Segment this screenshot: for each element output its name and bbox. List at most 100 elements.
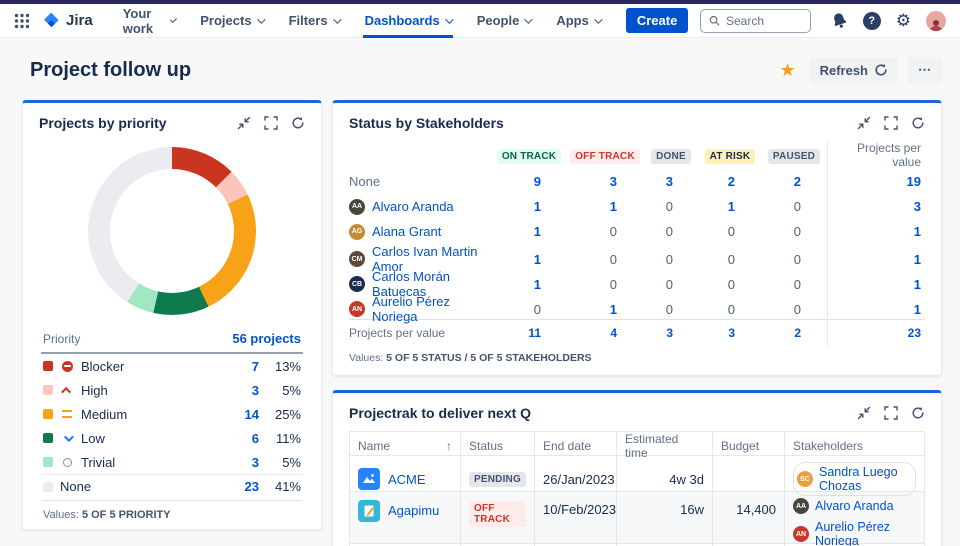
count-link[interactable]: 0 (761, 302, 827, 317)
avatar: AN (793, 526, 809, 542)
user-avatar[interactable] (926, 11, 946, 31)
grand-total-link[interactable]: 23 (827, 320, 925, 346)
total-count-link[interactable]: 4 (567, 326, 643, 340)
status-row-aurelio-perez-noriega: AN Aurelio Pérez Noriega 0 1 0 0 0 1 (349, 294, 925, 319)
nav-item-filters[interactable]: Filters (279, 4, 349, 38)
legend-count-link[interactable]: 14 (229, 407, 259, 422)
total-count-link[interactable]: 2 (761, 326, 827, 340)
help-icon[interactable]: ? (863, 12, 881, 30)
create-button[interactable]: Create (626, 8, 688, 33)
legend-label: None (60, 479, 229, 494)
legend-count-link[interactable]: 3 (229, 455, 259, 470)
refresh-icon (874, 63, 888, 77)
count-link[interactable]: 1 (567, 302, 643, 317)
count-link[interactable]: 0 (643, 302, 699, 317)
legend-total-projects-link[interactable]: 56 projects (232, 331, 301, 346)
nav-item-projects[interactable]: Projects (190, 4, 272, 38)
nav-item-apps[interactable]: Apps (546, 4, 610, 38)
legend-count-link[interactable]: 3 (229, 383, 259, 398)
stakeholder-link[interactable]: SC Sandra Luego Chozas (793, 462, 916, 496)
count-link[interactable]: 1 (699, 199, 761, 214)
search-box[interactable] (700, 9, 810, 33)
minimize-icon[interactable] (237, 116, 251, 130)
row-total-link[interactable]: 1 (827, 219, 925, 244)
count-link[interactable]: 0 (643, 252, 699, 267)
nav-item-your-work[interactable]: Your work (113, 4, 185, 38)
minimize-icon[interactable] (857, 116, 871, 130)
nav-item-people[interactable]: People (467, 4, 541, 38)
count-link[interactable]: 3 (643, 174, 699, 189)
app-switcher-icon[interactable] (14, 10, 30, 32)
settings-gear-icon[interactable]: ⚙ (896, 12, 911, 29)
priority-medium-icon (60, 410, 74, 418)
more-options-button[interactable]: ⋯ (908, 57, 942, 83)
count-link[interactable]: 0 (761, 224, 827, 239)
count-link[interactable]: 0 (761, 199, 827, 214)
count-link[interactable]: 0 (699, 224, 761, 239)
legend-count-link[interactable]: 7 (229, 359, 259, 374)
count-link[interactable]: 0 (643, 277, 699, 292)
count-link[interactable]: 1 (491, 224, 567, 239)
total-count-link[interactable]: 3 (699, 326, 761, 340)
project-link[interactable]: ACME (388, 472, 426, 487)
legend-count-link[interactable]: 6 (229, 431, 259, 446)
legend-row-low: Low 6 11% (41, 426, 303, 450)
count-link[interactable]: 0 (567, 224, 643, 239)
expand-icon[interactable] (884, 116, 898, 130)
sort-ascending-icon[interactable]: ↑ (446, 439, 452, 453)
count-link[interactable]: 0 (643, 224, 699, 239)
count-link[interactable]: 0 (699, 252, 761, 267)
row-total-link[interactable]: 3 (827, 194, 925, 219)
legend-label: High (81, 383, 229, 398)
count-link[interactable]: 2 (761, 174, 827, 189)
status-row-alvaro-aranda: AA Alvaro Aranda 1 1 0 1 0 3 (349, 194, 925, 219)
count-link[interactable]: 0 (643, 199, 699, 214)
favorite-star-icon[interactable]: ★ (779, 60, 795, 81)
count-link[interactable]: 0 (567, 277, 643, 292)
donut-hole (110, 169, 234, 293)
count-link[interactable]: 0 (699, 277, 761, 292)
count-link[interactable]: 1 (491, 277, 567, 292)
stakeholder-link[interactable]: AA Alvaro Aranda (793, 498, 894, 514)
project-link[interactable]: Agapimu (388, 503, 439, 518)
total-count-link[interactable]: 3 (643, 326, 699, 340)
priority-donut-chart[interactable] (88, 147, 256, 315)
count-link[interactable]: 2 (699, 174, 761, 189)
expand-icon[interactable] (264, 116, 278, 130)
stakeholder-link[interactable]: AA Alvaro Aranda (349, 199, 491, 215)
jira-logo[interactable]: Jira (42, 11, 93, 30)
count-link[interactable]: 0 (761, 252, 827, 267)
count-link[interactable]: 3 (567, 174, 643, 189)
search-input[interactable] (726, 14, 802, 28)
refresh-button-label: Refresh (820, 63, 868, 78)
status-table-header: ON TRACK OFF TRACK DONE AT RISK PAUSED P… (349, 141, 925, 169)
refresh-button[interactable]: Refresh (810, 58, 898, 83)
minimize-icon[interactable] (857, 406, 871, 420)
expand-icon[interactable] (884, 406, 898, 420)
count-link[interactable]: 0 (567, 252, 643, 267)
count-link[interactable]: 1 (567, 199, 643, 214)
refresh-gadget-icon[interactable] (911, 406, 925, 420)
count-link[interactable]: 9 (491, 174, 567, 189)
row-total-link[interactable]: 19 (827, 169, 925, 194)
count-link[interactable]: 0 (761, 277, 827, 292)
notifications-bell-icon[interactable] (829, 10, 850, 31)
stakeholder-link[interactable]: AN Aurelio Pérez Noriega (349, 294, 491, 324)
stakeholder-link[interactable]: AG Alana Grant (349, 224, 491, 240)
color-swatch (43, 433, 53, 443)
avatar: CB (349, 276, 365, 292)
count-link[interactable]: 1 (491, 252, 567, 267)
count-link[interactable]: 1 (491, 199, 567, 214)
nav-item-dashboards[interactable]: Dashboards (355, 4, 461, 38)
refresh-gadget-icon[interactable] (291, 116, 305, 130)
stakeholder-link[interactable]: AN Aurelio Pérez Noriega (793, 520, 916, 546)
total-count-link[interactable]: 11 (491, 326, 567, 340)
count-link[interactable]: 0 (699, 302, 761, 317)
legend-count-link[interactable]: 23 (229, 479, 259, 494)
refresh-gadget-icon[interactable] (911, 116, 925, 130)
count-link[interactable]: 0 (491, 302, 567, 317)
projectrak-table: Name ↑ Status End date Estimated time Bu… (349, 431, 925, 546)
projects-per-value-header: Projects per value (827, 141, 925, 169)
status-badge-at-risk: AT RISK (705, 149, 756, 164)
legend-percent: 13% (259, 359, 301, 374)
